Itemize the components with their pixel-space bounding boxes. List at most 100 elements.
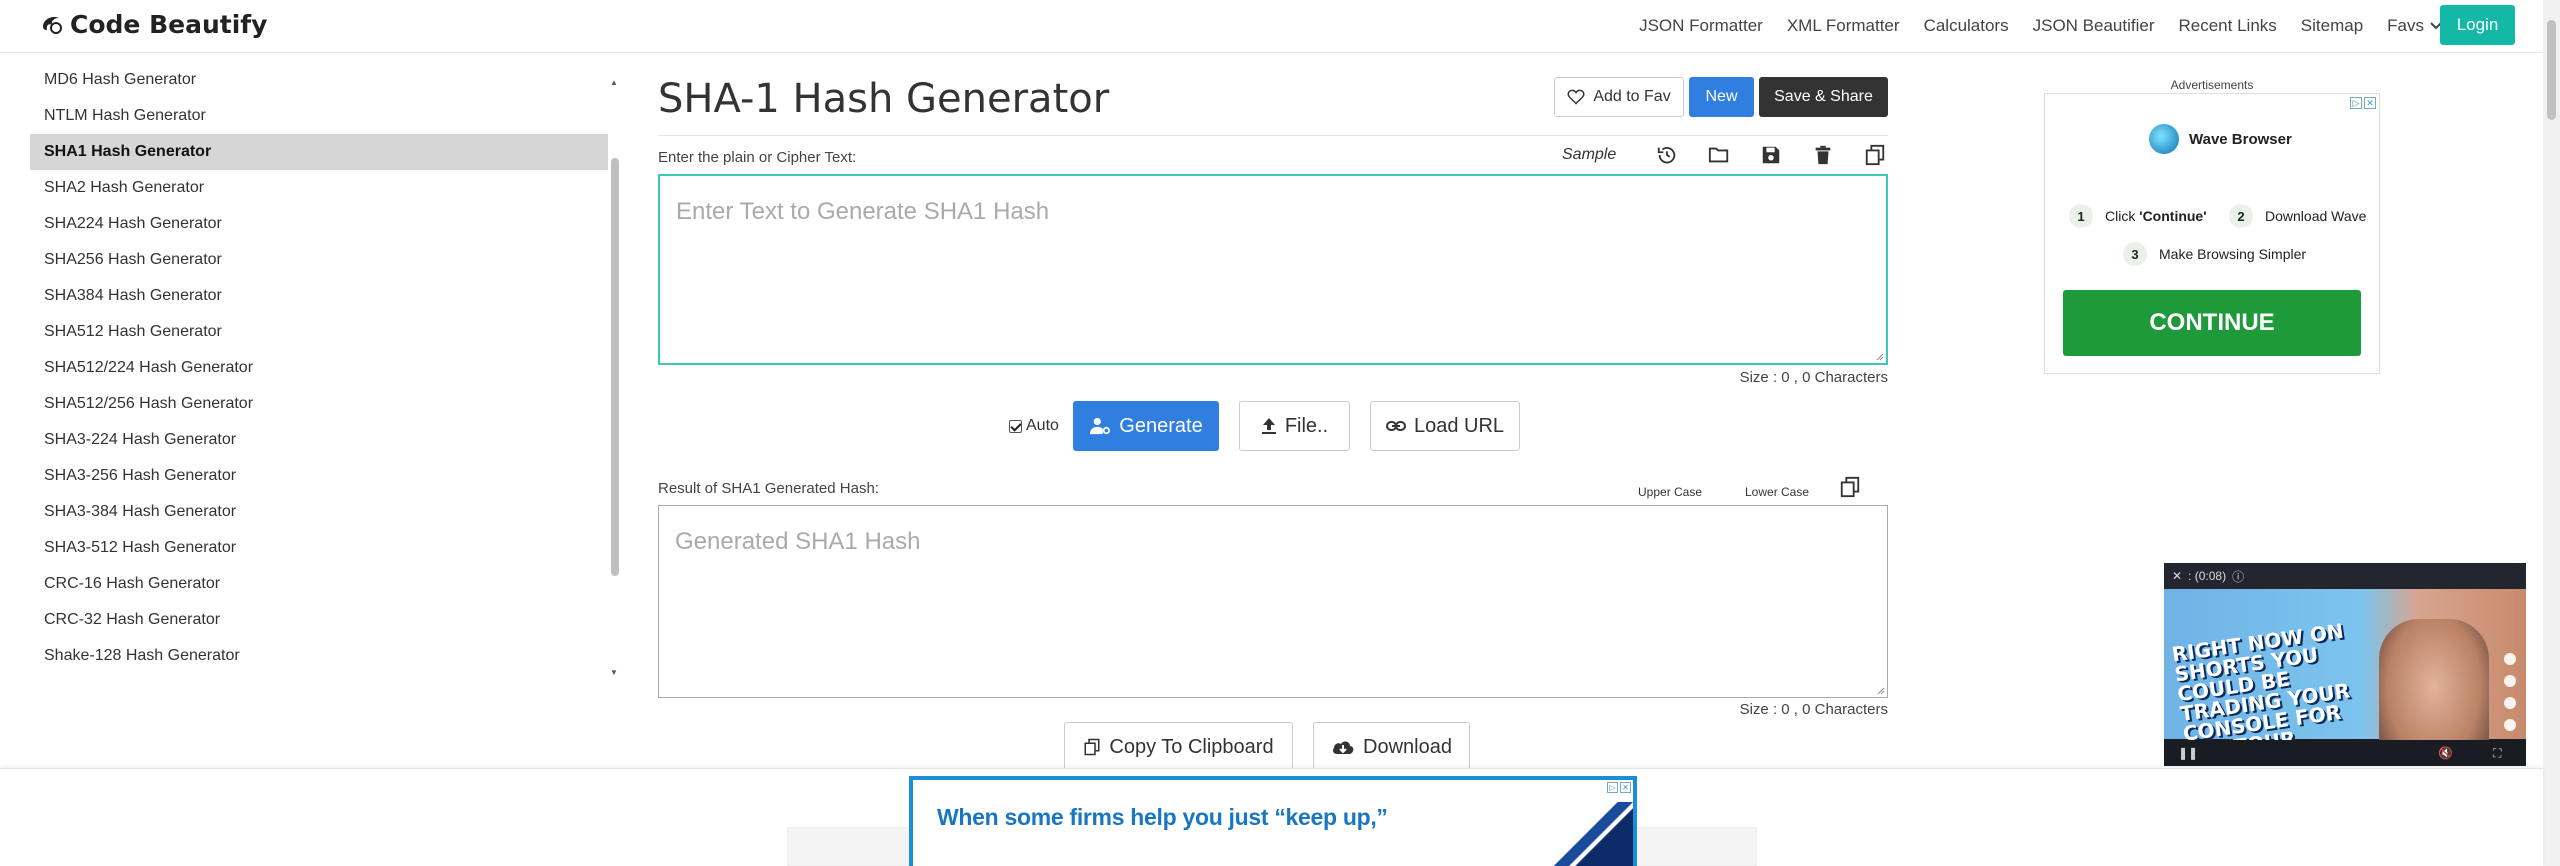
ad-info-icon[interactable]: ▷ <box>1607 782 1618 793</box>
ad-step-number: 1 <box>2069 204 2093 228</box>
save-icon[interactable] <box>1760 144 1782 166</box>
sidebar-item-crc32[interactable]: CRC-32 Hash Generator <box>30 602 608 638</box>
sample-link[interactable]: Sample <box>1562 146 1616 164</box>
sidebar-item-sha3-224[interactable]: SHA3-224 Hash Generator <box>30 422 608 458</box>
site-logo[interactable]: Code Beautify <box>40 10 267 39</box>
sidebar-item-sha384[interactable]: SHA384 Hash Generator <box>30 278 608 314</box>
auto-label: Auto <box>1026 417 1059 434</box>
tool-list: MD6 Hash Generator NTLM Hash Generator S… <box>30 72 608 684</box>
result-label: Result of SHA1 Generated Hash: <box>658 480 879 497</box>
nav-sitemap[interactable]: Sitemap <box>2301 16 2363 36</box>
sidebar-item-shake128[interactable]: Shake-128 Hash Generator <box>30 638 608 674</box>
ad-close-icon[interactable]: ✕ <box>1620 782 1631 793</box>
ad-info-icon[interactable]: ▷ <box>2350 97 2362 109</box>
sidebar-item-sha3-384[interactable]: SHA3-384 Hash Generator <box>30 494 608 530</box>
tool-sidebar: MD6 Hash Generator NTLM Hash Generator S… <box>30 72 620 684</box>
file-upload-button[interactable]: File.. <box>1239 401 1350 451</box>
download-label: Download <box>1363 735 1452 758</box>
like-icon[interactable] <box>2504 653 2516 665</box>
auto-checkbox[interactable] <box>1009 419 1022 433</box>
folder-open-icon[interactable] <box>1708 144 1730 166</box>
sidebar-item-sha2[interactable]: SHA2 Hash Generator <box>30 170 608 206</box>
ads-label: Advertisements <box>2170 78 2254 92</box>
trash-icon[interactable] <box>1812 144 1834 166</box>
input-textarea[interactable]: Enter Text to Generate SHA1 Hash <box>658 174 1888 365</box>
history-icon[interactable] <box>1656 144 1678 166</box>
fullscreen-icon[interactable]: ⛶ <box>2493 746 2501 761</box>
sidebar-item-sha512-256[interactable]: SHA512/256 Hash Generator <box>30 386 608 422</box>
pause-icon[interactable]: ❚❚ <box>2178 746 2198 760</box>
load-url-button[interactable]: Load URL <box>1370 401 1520 451</box>
add-to-fav-button[interactable]: Add to Fav <box>1554 77 1684 117</box>
comment-icon[interactable] <box>2504 675 2516 687</box>
nav-favs[interactable]: Favs <box>2387 16 2442 36</box>
nav-favs-label: Favs <box>2387 16 2424 35</box>
bottom-banner-ad[interactable]: When some firms help you just “keep up,”… <box>909 776 1637 866</box>
load-url-label: Load URL <box>1413 414 1505 437</box>
new-button[interactable]: New <box>1689 77 1754 117</box>
login-button[interactable]: Login <box>2440 5 2515 45</box>
copy-icon[interactable] <box>1864 144 1886 166</box>
nav-calculators[interactable]: Calculators <box>1924 16 2009 36</box>
mute-icon[interactable]: 🔇 <box>2438 746 2453 760</box>
logo-text: Code Beautify <box>70 10 268 39</box>
auto-toggle[interactable]: Auto <box>1009 417 1059 435</box>
sidebar-item-sha256[interactable]: SHA256 Hash Generator <box>30 242 608 278</box>
cloud-download-icon <box>1333 741 1354 754</box>
user-gear-icon <box>1090 417 1111 435</box>
ad-step-text: Make Browsing Simpler <box>2159 246 2307 262</box>
video-close-icon[interactable]: ✕ <box>2172 569 2182 583</box>
nav-json-formatter[interactable]: JSON Formatter <box>1639 16 1763 36</box>
video-info-icon[interactable]: ⓘ <box>2232 568 2244 585</box>
input-placeholder: Enter Text to Generate SHA1 Hash <box>676 198 1050 225</box>
download-button[interactable]: Download <box>1313 722 1470 772</box>
add-to-fav-label: Add to Fav <box>1593 88 1671 105</box>
ad-brand-name: Wave Browser <box>2189 130 2292 148</box>
video-side-actions <box>2504 653 2516 731</box>
generate-button[interactable]: Generate <box>1073 401 1219 451</box>
sidebar-item-sha224[interactable]: SHA224 Hash Generator <box>30 206 608 242</box>
lower-case-button[interactable]: Lower Case <box>1745 485 1809 499</box>
scroll-down-arrow-icon[interactable]: ▼ <box>610 668 618 677</box>
sidebar-ad[interactable]: ▷ ✕ Wave Browser 1 Click 'Continue' 2 Do… <box>2044 93 2380 374</box>
save-share-button[interactable]: Save & Share <box>1759 77 1888 117</box>
sidebar-item-sha512[interactable]: SHA512 Hash Generator <box>30 314 608 350</box>
bottom-ad-choices[interactable]: ▷ ✕ <box>1607 782 1631 793</box>
upper-case-button[interactable]: Upper Case <box>1638 485 1702 499</box>
sidebar-item-sha3-512[interactable]: SHA3-512 Hash Generator <box>30 530 608 566</box>
nav-recent-links[interactable]: Recent Links <box>2179 16 2277 36</box>
copy-to-clipboard-button[interactable]: Copy To Clipboard <box>1064 722 1293 772</box>
ad-step: 3 Make Browsing Simpler <box>2123 242 2306 266</box>
video-timer: : (0:08) <box>2188 569 2227 583</box>
scroll-up-arrow-icon[interactable]: ▲ <box>610 78 618 87</box>
sidebar-item-md6[interactable]: MD6 Hash Generator <box>30 72 608 98</box>
sidebar-scrollbar-thumb[interactable] <box>611 158 619 576</box>
page: Code Beautify JSON Formatter XML Formatt… <box>0 0 2560 866</box>
sidebar-item-ntlm[interactable]: NTLM Hash Generator <box>30 98 608 134</box>
page-scrollbar-thumb[interactable] <box>2547 20 2556 120</box>
sidebar-item-sha1[interactable]: SHA1 Hash Generator <box>30 134 608 170</box>
nav-json-beautifier[interactable]: JSON Beautifier <box>2033 16 2155 36</box>
result-copy-icon[interactable] <box>1839 476 1861 498</box>
sidebar-item-shake256[interactable]: Shake-256 Hash Generator <box>30 674 608 684</box>
ad-step: 2 Download Wave <box>2229 204 2366 228</box>
page-scrollbar[interactable] <box>2543 0 2560 866</box>
share-icon[interactable] <box>2504 697 2516 709</box>
sidebar-item-sha3-256[interactable]: SHA3-256 Hash Generator <box>30 458 608 494</box>
ad-continue-button[interactable]: CONTINUE <box>2063 290 2361 356</box>
ad-choices[interactable]: ▷ ✕ <box>2350 97 2376 109</box>
heart-icon <box>1567 89 1585 105</box>
input-toolbar: Sample <box>1562 144 1886 166</box>
sidebar-scrollbar[interactable]: ▲ ▼ <box>608 72 620 684</box>
sidebar-item-sha512-224[interactable]: SHA512/224 Hash Generator <box>30 350 608 386</box>
video-ad[interactable]: ✕ : (0:08) ⓘ RIGHT NOW ON SHORTS YOU COU… <box>2164 563 2526 766</box>
video-controls: ❚❚ 🔇 ⛶ <box>2164 740 2526 766</box>
resize-grip-icon[interactable] <box>1876 353 1884 361</box>
nav-xml-formatter[interactable]: XML Formatter <box>1787 16 1900 36</box>
more-icon[interactable] <box>2504 719 2516 731</box>
output-textarea[interactable]: Generated SHA1 Hash <box>658 505 1888 698</box>
sidebar-item-crc16[interactable]: CRC-16 Hash Generator <box>30 566 608 602</box>
resize-grip-icon[interactable] <box>1877 687 1885 695</box>
output-size: Size : 0 , 0 Characters <box>1739 701 1888 718</box>
ad-close-icon[interactable]: ✕ <box>2364 97 2376 109</box>
